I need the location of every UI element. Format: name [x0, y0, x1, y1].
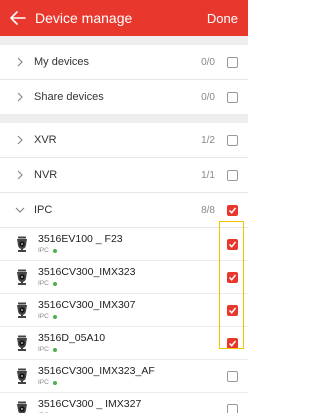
- chevron-right-icon: [14, 134, 26, 146]
- group-checkbox[interactable]: [227, 56, 238, 68]
- camera-icon: [14, 235, 30, 253]
- group-count: 8/8: [201, 204, 215, 216]
- group-label: My devices: [34, 56, 90, 68]
- device-row[interactable]: 3516D_05A10 IPC: [0, 327, 248, 360]
- device-checkbox[interactable]: [227, 403, 238, 413]
- device-type: IPC: [38, 379, 49, 386]
- group-count: 0/0: [201, 91, 215, 103]
- section-gap: [0, 36, 248, 45]
- online-status-dot: [52, 281, 57, 286]
- page-title: Device manage: [35, 10, 133, 26]
- device-row[interactable]: 3516EV100 _ F23 IPC: [0, 228, 248, 261]
- device-checkbox[interactable]: [227, 271, 238, 283]
- group-row-share-devices[interactable]: Share devices 0/0: [0, 80, 248, 114]
- section-gap: [0, 114, 248, 123]
- device-type: IPC: [38, 313, 49, 320]
- back-arrow-icon[interactable]: [10, 10, 26, 26]
- camera-icon: [14, 367, 30, 385]
- device-checkbox[interactable]: [227, 370, 238, 382]
- device-name: 3516CV300_IMX323_AF: [38, 365, 155, 377]
- device-type: IPC: [38, 346, 49, 353]
- device-name: 3516CV300_IMX323: [38, 266, 136, 278]
- device-list: 3516EV100 _ F23 IPC 3516CV300_IMX323 IPC: [0, 228, 248, 413]
- chevron-right-icon: [14, 91, 26, 103]
- group-label: NVR: [34, 169, 58, 181]
- group-row-ipc[interactable]: IPC 8/8: [0, 193, 248, 227]
- online-status-dot: [52, 314, 57, 319]
- group-count: 1/2: [201, 134, 215, 146]
- device-name: 3516EV100 _ F23: [38, 233, 123, 245]
- chevron-down-icon: [14, 204, 26, 216]
- group-count: 1/1: [201, 169, 215, 181]
- group-checkbox[interactable]: [227, 204, 238, 216]
- group-count: 0/0: [201, 56, 215, 68]
- group-row-xvr[interactable]: XVR 1/2: [0, 123, 248, 157]
- top-bar: Device manage Done: [0, 0, 248, 36]
- device-row[interactable]: 3516CV300_IMX307 IPC: [0, 294, 248, 327]
- group-row-nvr[interactable]: NVR 1/1: [0, 158, 248, 192]
- device-row[interactable]: 3516CV300 _ IMX327 IPC: [0, 393, 248, 413]
- chevron-right-icon: [14, 56, 26, 68]
- online-status-dot: [52, 380, 57, 385]
- done-button[interactable]: Done: [207, 11, 238, 26]
- group-label: XVR: [34, 134, 57, 146]
- group-checkbox[interactable]: [227, 134, 238, 146]
- device-type: IPC: [38, 247, 49, 254]
- group-label: IPC: [34, 204, 53, 216]
- device-checkbox[interactable]: [227, 337, 238, 349]
- camera-icon: [14, 301, 30, 319]
- device-name: 3516D_05A10: [38, 332, 106, 344]
- group-row-my-devices[interactable]: My devices 0/0: [0, 45, 248, 79]
- group-checkbox[interactable]: [227, 169, 238, 181]
- chevron-right-icon: [14, 169, 26, 181]
- group-checkbox[interactable]: [227, 91, 238, 103]
- device-checkbox[interactable]: [227, 238, 238, 250]
- device-row[interactable]: 3516CV300_IMX323_AF IPC: [0, 360, 248, 393]
- camera-icon: [14, 400, 30, 413]
- device-name: 3516CV300 _ IMX327: [38, 398, 142, 410]
- device-checkbox[interactable]: [227, 304, 238, 316]
- camera-icon: [14, 268, 30, 286]
- online-status-dot: [52, 347, 57, 352]
- group-label: Share devices: [34, 91, 104, 103]
- online-status-dot: [52, 248, 57, 253]
- device-type: IPC: [38, 280, 49, 287]
- device-name: 3516CV300_IMX307: [38, 299, 136, 311]
- camera-icon: [14, 334, 30, 352]
- device-row[interactable]: 3516CV300_IMX323 IPC: [0, 261, 248, 294]
